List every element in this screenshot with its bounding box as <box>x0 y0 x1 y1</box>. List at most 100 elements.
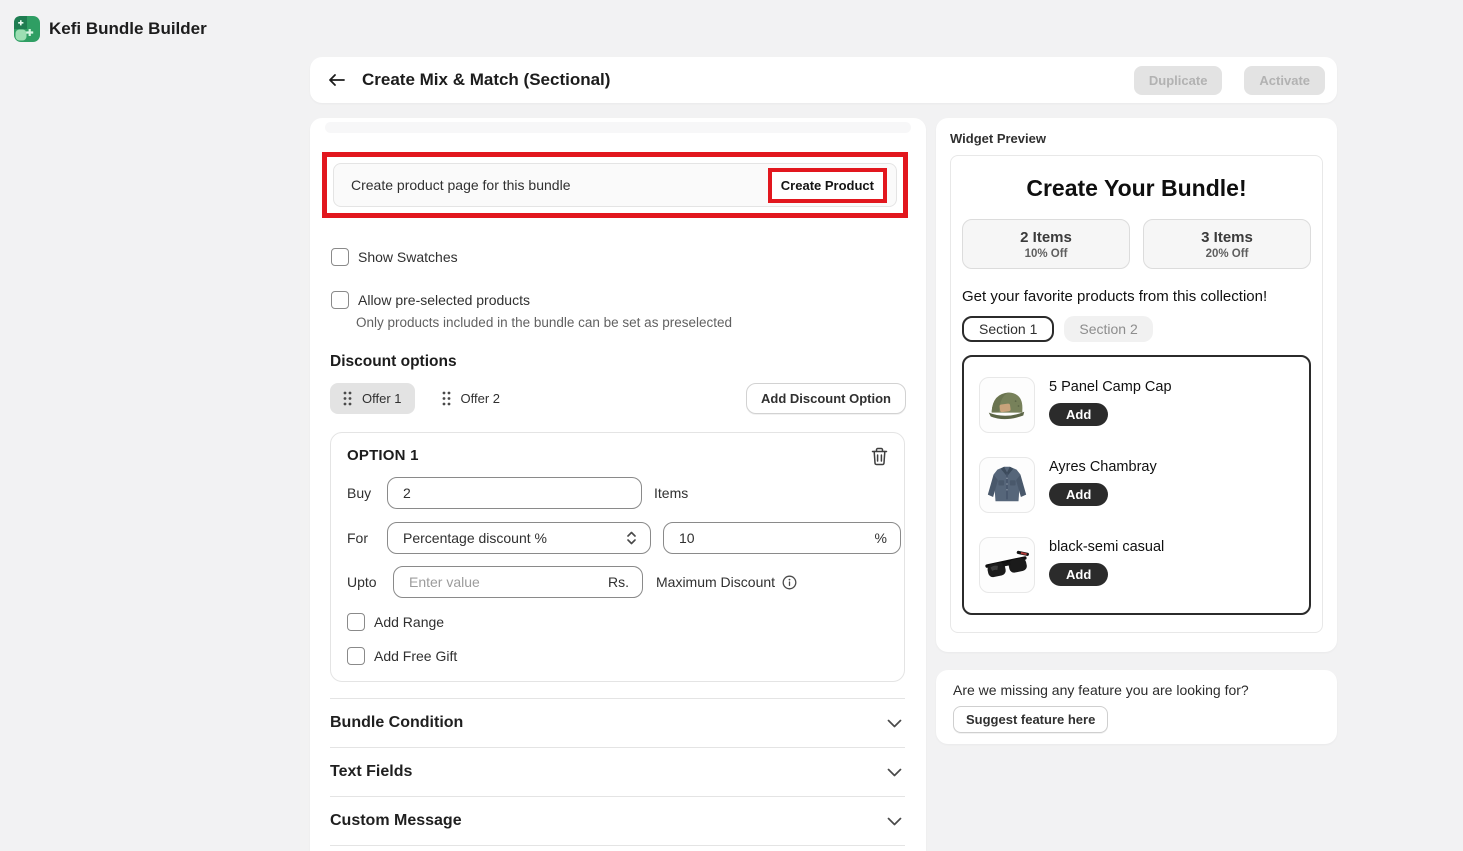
section-bundle-condition[interactable]: Bundle Condition <box>330 698 905 747</box>
currency-suffix: Rs. <box>608 574 629 590</box>
add-free-gift-row[interactable]: Add Free Gift <box>347 647 457 665</box>
page-title: Create Mix & Match (Sectional) <box>362 70 610 90</box>
back-arrow-icon <box>328 73 346 87</box>
allow-preselected-label: Allow pre-selected products <box>358 292 530 308</box>
allow-preselected-help: Only products included in the bundle can… <box>356 315 732 330</box>
buy-label: Buy <box>347 485 375 501</box>
for-label: For <box>347 530 375 546</box>
discount-value-input[interactable] <box>679 530 867 546</box>
add-free-gift-label: Add Free Gift <box>374 648 457 664</box>
upto-row: Upto Rs. Maximum Discount <box>347 566 797 598</box>
duplicate-button[interactable]: Duplicate <box>1134 66 1223 95</box>
tier-discount-label: 10% Off <box>963 248 1129 260</box>
add-range-label: Add Range <box>374 614 444 630</box>
add-product-button[interactable]: Add <box>1049 483 1108 506</box>
allow-preselected-checkbox[interactable] <box>331 291 349 309</box>
app-logo-icon <box>14 16 40 42</box>
buy-quantity-input[interactable] <box>403 485 628 501</box>
red-annotation-box: Create product page for this bundle Crea… <box>322 152 908 218</box>
suggest-feature-button[interactable]: Suggest feature here <box>953 706 1108 733</box>
section-label: Custom Message <box>330 812 462 830</box>
preview-product-list: 5 Panel Camp Cap Add <box>962 355 1311 615</box>
upto-label: Upto <box>347 574 381 590</box>
offer-tab-2-label: Offer 2 <box>461 391 501 406</box>
discount-options-heading: Discount options <box>330 353 457 371</box>
show-swatches-label: Show Swatches <box>358 249 458 265</box>
add-product-button[interactable]: Add <box>1049 403 1108 426</box>
widget-preview-frame: Create Your Bundle! 2 Items 10% Off 3 It… <box>950 155 1323 633</box>
section-label: Bundle Condition <box>330 714 463 732</box>
collapsible-sections: Bundle Condition Text Fields Custom Mess… <box>330 698 905 846</box>
buy-row: Buy Items <box>347 477 688 509</box>
option-1-title: OPTION 1 <box>347 447 419 464</box>
bundle-widget-title: Create Your Bundle! <box>962 175 1311 202</box>
trash-icon <box>871 447 888 466</box>
discount-type-select[interactable]: Percentage discount % <box>387 522 651 554</box>
product-image-jacket <box>979 457 1035 513</box>
for-row: For Percentage discount % % <box>347 522 901 554</box>
max-discount-label: Maximum Discount <box>656 574 775 590</box>
widget-preview-card: Widget Preview Create Your Bundle! 2 Ite… <box>936 118 1337 652</box>
discount-value-field[interactable]: % <box>663 522 901 554</box>
feature-feedback-card: Are we missing any feature you are looki… <box>936 670 1337 744</box>
create-product-banner: Create product page for this bundle Crea… <box>333 163 897 207</box>
product-name: Ayres Chambray <box>1049 459 1157 475</box>
tier-buttons-row: 2 Items 10% Off 3 Items 20% Off <box>962 219 1311 269</box>
discount-type-selected-value: Percentage discount % <box>403 530 626 546</box>
allow-preselected-row[interactable]: Allow pre-selected products <box>331 291 530 309</box>
offer-tab-1[interactable]: Offer 1 <box>330 383 415 414</box>
option-1-panel: OPTION 1 Buy Items For <box>330 432 905 682</box>
items-label: Items <box>654 485 688 501</box>
max-discount-field[interactable]: Rs. <box>393 566 643 598</box>
bundle-settings-card: Create product page for this bundle Crea… <box>310 118 926 851</box>
offer-tabs-row: Offer 1 Offer 2 Add Discount Option <box>330 383 906 414</box>
create-product-banner-text: Create product page for this bundle <box>351 177 570 193</box>
add-discount-option-button[interactable]: Add Discount Option <box>746 383 906 414</box>
tier-3-items-button[interactable]: 3 Items 20% Off <box>1143 219 1311 269</box>
widget-preview-heading: Widget Preview <box>950 131 1323 146</box>
select-updown-icon <box>626 530 637 546</box>
show-swatches-checkbox[interactable] <box>331 248 349 266</box>
activate-button[interactable]: Activate <box>1244 66 1325 95</box>
tier-items-label: 2 Items <box>963 229 1129 246</box>
delete-option-button[interactable] <box>869 445 890 468</box>
page: Kefi Bundle Builder Create Mix & Match (… <box>0 0 1463 851</box>
add-product-button[interactable]: Add <box>1049 563 1108 586</box>
top-bar: Kefi Bundle Builder <box>0 0 1463 57</box>
max-discount-input[interactable] <box>409 574 600 590</box>
product-row-sunglasses: black-semi casual Add <box>970 525 1303 605</box>
preview-tab-section-1[interactable]: Section 1 <box>962 316 1054 342</box>
app-title: Kefi Bundle Builder <box>49 19 207 39</box>
create-product-button[interactable]: Create Product <box>768 168 887 203</box>
widget-subtitle: Get your favorite products from this col… <box>962 288 1311 305</box>
product-row-cap: 5 Panel Camp Cap Add <box>970 365 1303 445</box>
add-range-checkbox[interactable] <box>347 613 365 631</box>
product-image-cap <box>979 377 1035 433</box>
add-free-gift-checkbox[interactable] <box>347 647 365 665</box>
section-custom-message[interactable]: Custom Message <box>330 796 905 845</box>
preview-tab-section-2[interactable]: Section 2 <box>1064 316 1152 342</box>
section-text-fields[interactable]: Text Fields <box>330 747 905 796</box>
drag-handle-icon[interactable] <box>442 391 451 406</box>
back-button[interactable] <box>324 67 350 93</box>
buy-quantity-field[interactable] <box>387 477 642 509</box>
feedback-question: Are we missing any feature you are looki… <box>953 682 1320 698</box>
offer-tab-2[interactable]: Offer 2 <box>429 383 514 414</box>
preview-section-tabs: Section 1 Section 2 <box>962 316 1311 342</box>
drag-handle-icon[interactable] <box>343 391 352 406</box>
offer-tab-1-label: Offer 1 <box>362 391 402 406</box>
percent-suffix: % <box>875 530 887 546</box>
chevron-down-icon <box>887 719 902 728</box>
product-name: black-semi casual <box>1049 539 1164 555</box>
add-range-row[interactable]: Add Range <box>347 613 444 631</box>
section-label: Text Fields <box>330 763 412 781</box>
show-swatches-row[interactable]: Show Swatches <box>331 248 458 266</box>
tier-items-label: 3 Items <box>1144 229 1310 246</box>
chevron-down-icon <box>887 768 902 777</box>
scrolled-section-remnant <box>325 122 911 133</box>
product-name: 5 Panel Camp Cap <box>1049 379 1172 395</box>
tier-discount-label: 20% Off <box>1144 248 1310 260</box>
tier-2-items-button[interactable]: 2 Items 10% Off <box>962 219 1130 269</box>
info-icon[interactable] <box>782 575 797 590</box>
product-row-jacket: Ayres Chambray Add <box>970 445 1303 525</box>
